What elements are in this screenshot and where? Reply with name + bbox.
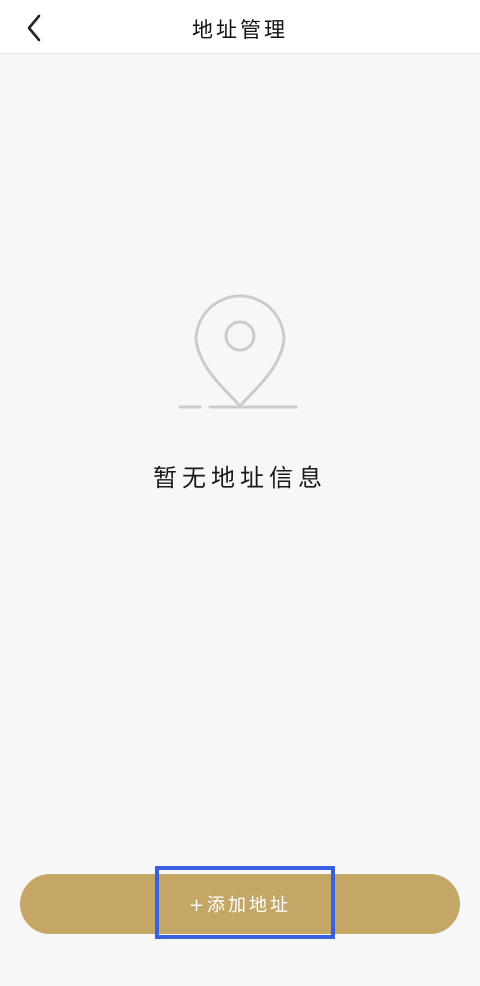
page-title: 地址管理 — [192, 18, 288, 42]
add-address-button[interactable]: +添加地址 — [20, 874, 460, 934]
top-nav-bar: 地址管理 — [0, 0, 480, 54]
location-pin-icon — [178, 294, 298, 409]
empty-state: 暂无地址信息 — [0, 286, 480, 493]
empty-message: 暂无地址信息 — [153, 464, 327, 492]
